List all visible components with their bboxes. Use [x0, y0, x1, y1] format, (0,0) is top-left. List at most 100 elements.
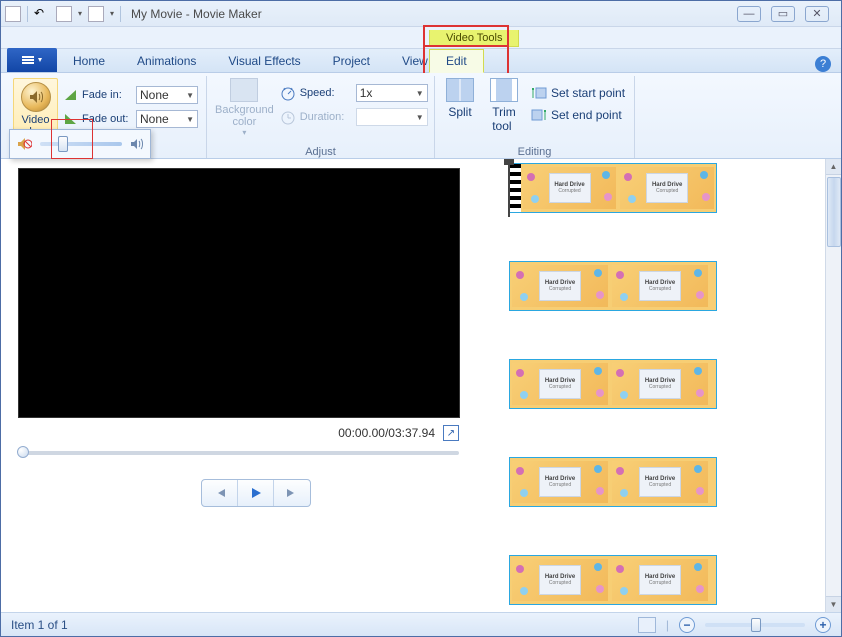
duration-label: Duration: [300, 111, 352, 123]
start-point-icon [531, 86, 547, 100]
fade-out-combo[interactable]: None▼ [136, 110, 198, 128]
fullscreen-button[interactable]: ↗ [443, 425, 459, 441]
tab-animations[interactable]: Animations [121, 50, 212, 72]
volume-slider-thumb[interactable] [58, 136, 68, 152]
zoom-slider[interactable] [705, 623, 805, 627]
zoom-in-button[interactable]: + [815, 617, 831, 633]
timeline-pane: Hard DriveCorrupted Hard DriveCorrupted … [501, 159, 841, 612]
clip-thumbnail: Hard DriveCorrupted [512, 363, 608, 405]
seek-thumb[interactable] [17, 446, 29, 458]
help-button[interactable]: ? [815, 56, 831, 72]
set-end-point-button[interactable]: Set end point [531, 108, 625, 122]
clip-thumbnail: Hard DriveCorrupted [612, 559, 708, 601]
fade-out-icon [64, 112, 78, 126]
clip[interactable]: Hard DriveCorrupted Hard DriveCorrupted [509, 457, 717, 507]
seek-bar[interactable] [19, 451, 459, 455]
speed-combo[interactable]: 1x▼ [356, 84, 428, 102]
qat-dropdown-icon[interactable]: ▾ [78, 9, 82, 18]
trim-icon [490, 78, 518, 102]
maximize-button[interactable]: ▭ [771, 6, 795, 22]
volume-slider[interactable] [40, 142, 122, 146]
undo-icon[interactable]: ↶ [34, 6, 50, 22]
film-strip-icon [509, 164, 521, 212]
speed-icon [280, 85, 296, 101]
chevron-down-icon: ▼ [186, 91, 194, 100]
clip-thumbnail: Hard DriveCorrupted [512, 265, 608, 307]
quick-access-toolbar: ↶ ▾ ▾ [5, 6, 121, 22]
speaker-icon [21, 82, 51, 112]
clip-thumbnail: Hard DriveCorrupted [612, 461, 708, 503]
context-tab-strip: Video Tools [1, 27, 841, 49]
close-button[interactable]: ✕ [805, 6, 829, 22]
file-menu-button[interactable] [7, 48, 57, 72]
speed-label: Speed: [300, 87, 352, 99]
clip-row: Hard DriveCorrupted Hard DriveCorrupted [509, 555, 821, 605]
scroll-down-button[interactable]: ▼ [826, 596, 841, 612]
title-bar: ↶ ▾ ▾ My Movie - Movie Maker — ▭ ✕ [1, 1, 841, 27]
app-icon [5, 6, 21, 22]
end-point-icon [531, 108, 547, 122]
tab-edit[interactable]: Edit [429, 49, 484, 73]
ribbon-tabs: Home Animations Visual Effects Project V… [1, 49, 841, 73]
clip-row: Hard DriveCorrupted Hard DriveCorrupted [509, 457, 821, 507]
next-frame-button[interactable] [274, 480, 310, 506]
tab-project[interactable]: Project [317, 50, 386, 72]
prev-frame-button[interactable] [202, 480, 238, 506]
clip-thumbnail: Hard DriveCorrupted [612, 363, 708, 405]
playback-time: 00:00.00/03:37.94 [338, 426, 435, 440]
group-label-adjust: Adjust [207, 146, 434, 158]
play-button[interactable] [238, 480, 274, 506]
window-title: My Movie - Movie Maker [131, 7, 262, 21]
clip-thumbnail: Hard DriveCorrupted [523, 167, 617, 209]
color-swatch-icon [230, 78, 258, 102]
clip-thumbnail: Hard DriveCorrupted [512, 461, 608, 503]
scroll-up-button[interactable]: ▲ [826, 159, 841, 175]
fade-in-icon [64, 88, 78, 102]
duration-icon [280, 109, 296, 125]
app-window: ↶ ▾ ▾ My Movie - Movie Maker — ▭ ✕ Video… [0, 0, 842, 637]
minimize-button[interactable]: — [737, 6, 761, 22]
clip[interactable]: Hard DriveCorrupted Hard DriveCorrupted [509, 163, 717, 213]
content-area: 00:00.00/03:37.94 ↗ [1, 159, 841, 612]
group-label-editing: Editing [435, 146, 634, 158]
tab-home[interactable]: Home [57, 50, 121, 72]
context-tab-group-label: Video Tools [429, 30, 519, 47]
view-toggle-button[interactable] [638, 617, 656, 633]
clip-thumbnail: Hard DriveCorrupted [612, 265, 708, 307]
clip-thumbnail: Hard DriveCorrupted [512, 559, 608, 601]
clips-column: Hard DriveCorrupted Hard DriveCorrupted … [509, 163, 821, 605]
playback-controls [19, 479, 493, 507]
zoom-slider-thumb[interactable] [751, 618, 761, 632]
clip[interactable]: Hard DriveCorrupted Hard DriveCorrupted [509, 555, 717, 605]
fade-in-label: Fade in: [82, 89, 132, 101]
speaker-max-icon[interactable] [130, 137, 144, 151]
chevron-down-icon: ▼ [416, 113, 424, 122]
clip-row: Hard DriveCorrupted Hard DriveCorrupted [509, 163, 821, 213]
status-bar: Item 1 of 1 | − + [1, 612, 841, 636]
qat-button-2[interactable] [88, 6, 104, 22]
preview-pane: 00:00.00/03:37.94 ↗ [1, 159, 501, 612]
scrollbar-thumb[interactable] [827, 177, 841, 247]
clip[interactable]: Hard DriveCorrupted Hard DriveCorrupted [509, 359, 717, 409]
split-icon [446, 78, 474, 102]
clip-row: Hard DriveCorrupted Hard DriveCorrupted [509, 359, 821, 409]
tab-visual-effects[interactable]: Visual Effects [212, 50, 316, 72]
qat-button[interactable] [56, 6, 72, 22]
set-start-point-button[interactable]: Set start point [531, 86, 625, 100]
chevron-down-icon: ▼ [416, 89, 424, 98]
chevron-down-icon: ▼ [186, 115, 194, 124]
preview-video[interactable] [19, 169, 459, 417]
vertical-scrollbar[interactable]: ▲ ▼ [825, 159, 841, 612]
status-text: Item 1 of 1 [11, 618, 68, 632]
qat-dropdown-icon-2[interactable]: ▾ [110, 9, 114, 18]
fade-in-combo[interactable]: None▼ [136, 86, 198, 104]
clip[interactable]: Hard DriveCorrupted Hard DriveCorrupted [509, 261, 717, 311]
playhead[interactable] [508, 159, 510, 217]
clip-row: Hard DriveCorrupted Hard DriveCorrupted [509, 261, 821, 311]
clip-thumbnail: Hard DriveCorrupted [620, 167, 714, 209]
mute-icon[interactable] [16, 136, 32, 152]
volume-slider-popout [9, 129, 151, 159]
fade-out-label: Fade out: [82, 113, 132, 125]
zoom-out-button[interactable]: − [679, 617, 695, 633]
duration-combo: ▼ [356, 108, 428, 126]
